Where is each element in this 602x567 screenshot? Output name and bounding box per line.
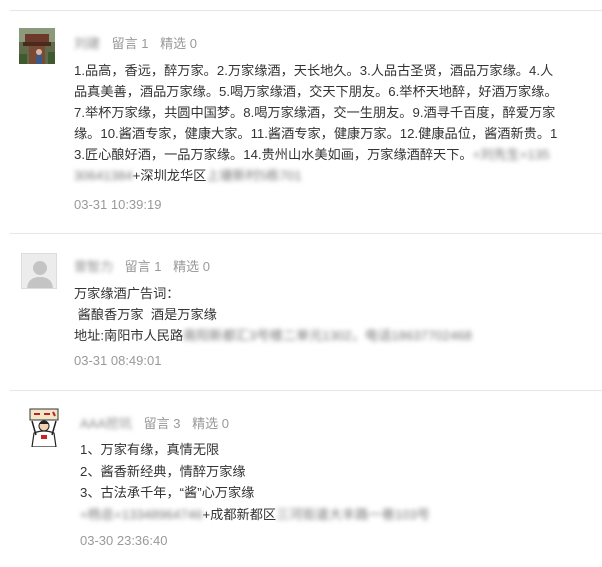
author-name[interactable]: AAA挖坑	[80, 416, 132, 431]
location-text: +深圳龙华区	[132, 168, 207, 183]
comment-line: 30641384+深圳龙华区上塘新村5栋701	[74, 165, 594, 186]
blurred-contact: 30641384	[74, 168, 133, 183]
comment-body: 1.品高，香远，醉万家。2.万家缘酒，天长地久。3.人品古圣贤，酒品万家缘。4.…	[74, 60, 594, 186]
location-text: +成都新都区	[202, 506, 277, 522]
comment-meta: 刘建 留言 1 精选 0	[74, 33, 197, 52]
avatar[interactable]	[24, 407, 64, 447]
message-count: 留言 1	[124, 259, 162, 274]
featured-count: 精选 0	[173, 259, 210, 274]
avatar[interactable]	[19, 28, 55, 64]
comment-line: +杨总+13348964746+成都新都区三河街道大丰路一巷103号	[80, 504, 590, 526]
author-name[interactable]: 刘建	[74, 36, 100, 51]
comment-card: AAA挖坑 留言 3 精选 0 1、万家有缘，真情无限 2、酱香新经典，情醉万家…	[0, 390, 602, 567]
comment-line: 万家缘酒广告词：	[74, 286, 180, 301]
address-label: 地址:南阳市人民路	[74, 328, 184, 343]
comment-line: 缘。10.酱酒专家，健康大家。11.酱酒专家，健康万家。12.健康品位，酱酒新贵…	[74, 126, 558, 141]
featured-count: 精选 0	[192, 416, 229, 431]
comment-line: 1.品高，香远，醉万家。2.万家缘酒，天长地久。3.人品古圣贤，酒品万家缘。4.…	[74, 63, 554, 78]
comment-line: 酱酿香万家 酒是万家缘	[74, 307, 217, 322]
author-name[interactable]: 曾智力	[74, 259, 113, 274]
blurred-address: 南阳新都汇3号楼二单元1302，电话18637702468	[183, 328, 472, 343]
comment-meta: AAA挖坑 留言 3 精选 0	[80, 413, 229, 432]
comment-card: 曾智力 留言 1 精选 0 万家缘酒广告词： 酱酿香万家 酒是万家缘 地址:南阳…	[0, 233, 602, 388]
comment-time: 03-31 08:49:01	[74, 353, 162, 368]
comment-time: 03-30 23:36:40	[80, 533, 168, 548]
message-count: 留言 3	[143, 416, 181, 431]
comment-line: 7.举杯万家缘，共圆中国梦。8.喝万家缘酒，交一生朋友。9.酒寻千百度，醉爱万家	[74, 105, 556, 120]
comment-line: 3、古法承千年，“酱”心万家缘	[80, 485, 255, 500]
comment-meta: 曾智力 留言 1 精选 0	[74, 256, 210, 275]
blurred-contact: +杨总+13348964746	[80, 506, 203, 522]
blurred-contact: +刘先生+135	[472, 147, 550, 162]
comment-line: 2、酱香新经典，情醉万家缘	[80, 463, 246, 479]
comment-line: 地址:南阳市人民路南阳新都汇3号楼二单元1302，电话18637702468	[74, 325, 594, 346]
avatar[interactable]	[21, 253, 57, 289]
comment-body: 1、万家有缘，真情无限 2、酱香新经典，情醉万家缘 3、古法承千年，“酱”心万家…	[80, 439, 590, 525]
comment-line-text: 3.匠心酿好酒，一品万家缘。14.贵州山水美如画，万家缘酒醉天下。	[74, 147, 473, 162]
comment-line: 1、万家有缘，真情无限	[80, 442, 220, 457]
blurred-address: 三河街道大丰路一巷103号	[276, 506, 430, 522]
blurred-address: 上塘新村5栋701	[206, 168, 302, 183]
comment-body: 万家缘酒广告词： 酱酿香万家 酒是万家缘 地址:南阳市人民路南阳新都汇3号楼二单…	[74, 283, 594, 346]
featured-count: 精选 0	[160, 36, 197, 51]
comment-line: 品真美善，酒品万家缘。5.喝万家缘酒，交天下朋友。6.举杯天地醉，好酒万家缘。	[74, 84, 558, 99]
message-count: 留言 1	[111, 36, 149, 51]
comment-card: 刘建 留言 1 精选 0 1.品高，香远，醉万家。2.万家缘酒，天长地久。3.人…	[0, 0, 602, 230]
comment-line: 3.匠心酿好酒，一品万家缘。14.贵州山水美如画，万家缘酒醉天下。+刘先生+13…	[74, 144, 594, 165]
comment-time: 03-31 10:39:19	[74, 197, 162, 212]
